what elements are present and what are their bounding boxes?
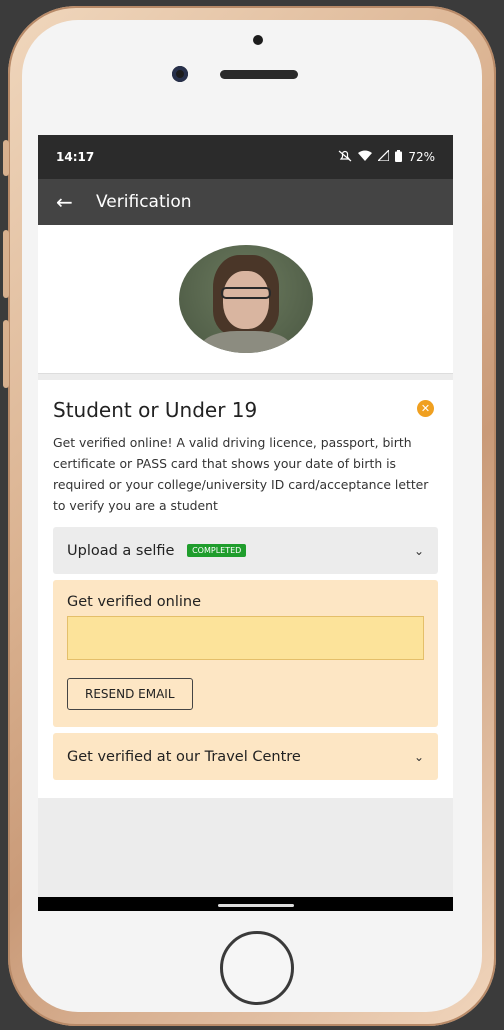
- close-icon[interactable]: ✕: [417, 400, 434, 417]
- front-camera: [172, 66, 188, 82]
- chevron-down-icon[interactable]: ⌄: [414, 544, 424, 558]
- earpiece-speaker: [220, 70, 298, 79]
- status-time: 14:17: [56, 150, 95, 164]
- battery-icon: [395, 149, 403, 165]
- side-button: [3, 320, 9, 388]
- side-button: [3, 140, 9, 176]
- wifi-icon: [358, 150, 373, 164]
- battery-percent: 72%: [408, 150, 435, 164]
- page-title: Verification: [96, 192, 192, 212]
- app-bar: ← Verification: [38, 179, 453, 225]
- system-nav-bar: [38, 897, 453, 911]
- mute-icon: [338, 150, 352, 165]
- redacted-field: [67, 616, 424, 660]
- selfie-avatar: [178, 245, 313, 353]
- phone-screen: 14:17 72% ← Verification ✕ Student or Un…: [38, 135, 453, 911]
- resend-email-button[interactable]: RESEND EMAIL: [67, 678, 193, 710]
- completed-badge: COMPLETED: [187, 544, 247, 557]
- home-gesture-pill[interactable]: [218, 904, 294, 907]
- back-arrow-icon[interactable]: ←: [56, 190, 96, 214]
- step-label: Get verified online: [67, 594, 202, 610]
- card-description: Get verified online! A valid driving lic…: [53, 435, 429, 513]
- home-button[interactable]: [220, 931, 294, 1005]
- step-label: Upload a selfie: [67, 542, 175, 559]
- step-verify-online: Get verified online RESEND EMAIL: [53, 580, 438, 727]
- verification-card: ✕ Student or Under 19 Get verified onlin…: [38, 380, 453, 798]
- chevron-down-icon[interactable]: ⌄: [414, 750, 424, 764]
- status-bar: 14:17 72%: [38, 135, 453, 179]
- side-button: [3, 230, 9, 298]
- step-travel-centre[interactable]: Get verified at our Travel Centre ⌄: [53, 733, 438, 780]
- status-icons: 72%: [338, 148, 435, 165]
- card-title: Student or Under 19: [53, 398, 258, 422]
- step-label: Get verified at our Travel Centre: [67, 748, 301, 765]
- step-upload-selfie[interactable]: Upload a selfie COMPLETED ⌄: [53, 527, 438, 574]
- sensor-dot: [253, 35, 263, 45]
- signal-icon: [376, 148, 390, 164]
- selfie-area: [38, 225, 453, 374]
